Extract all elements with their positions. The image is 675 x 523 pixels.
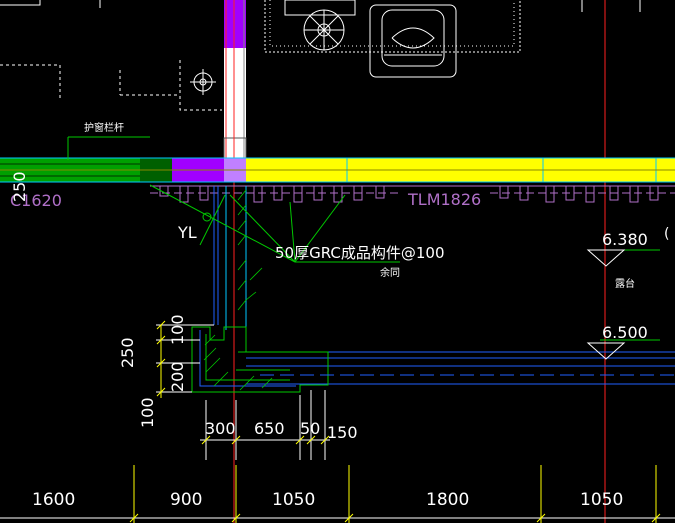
- axis-dim-4: 1800: [426, 490, 469, 510]
- label-tlm1826: TLM1826: [407, 190, 481, 209]
- axis-dim-2: 900: [170, 490, 202, 510]
- label-yl: YL: [177, 223, 197, 242]
- cad-drawing: 护窗栏杆 C1620 TLM1826 YL 50厚GRC成品构件@100 余同 …: [0, 0, 675, 523]
- axis-dim-1: 1600: [32, 490, 75, 510]
- axis-dim-3: 1050: [272, 490, 315, 510]
- cad-drawing-canvas[interactable]: 护窗栏杆 C1620 TLM1826 YL 50厚GRC成品构件@100 余同 …: [0, 0, 675, 523]
- axis-dim-5: 1050: [580, 490, 623, 510]
- dimension-lines: [0, 320, 675, 523]
- elevation-bottom: 6.500: [602, 323, 648, 342]
- section-outline: [191, 186, 675, 393]
- dim-50: 50: [300, 419, 320, 438]
- grc-sub-note: 余同: [380, 266, 400, 279]
- dim-left-100-b: 100: [138, 397, 157, 428]
- dim-left-200: 200: [168, 361, 187, 392]
- railing-note: 护窗栏杆: [84, 121, 124, 134]
- dim-left-250-b: 250: [118, 337, 137, 368]
- balcony-label: 露台: [615, 277, 635, 290]
- elevation-top: 6.380: [602, 230, 648, 249]
- paren-mark: (: [664, 226, 669, 242]
- dim-left-250-top: 250: [10, 171, 29, 202]
- dim-650: 650: [254, 419, 285, 438]
- dim-150: 150: [327, 423, 358, 442]
- dim-300: 300: [205, 419, 236, 438]
- dim-left-100-a: 100: [168, 314, 187, 345]
- furniture-drawing: [0, 0, 641, 111]
- elevation-markers: [586, 249, 626, 360]
- grc-note: 50厚GRC成品构件@100: [275, 244, 445, 262]
- beam-band: [0, 157, 675, 183]
- wall-column: [223, 0, 247, 161]
